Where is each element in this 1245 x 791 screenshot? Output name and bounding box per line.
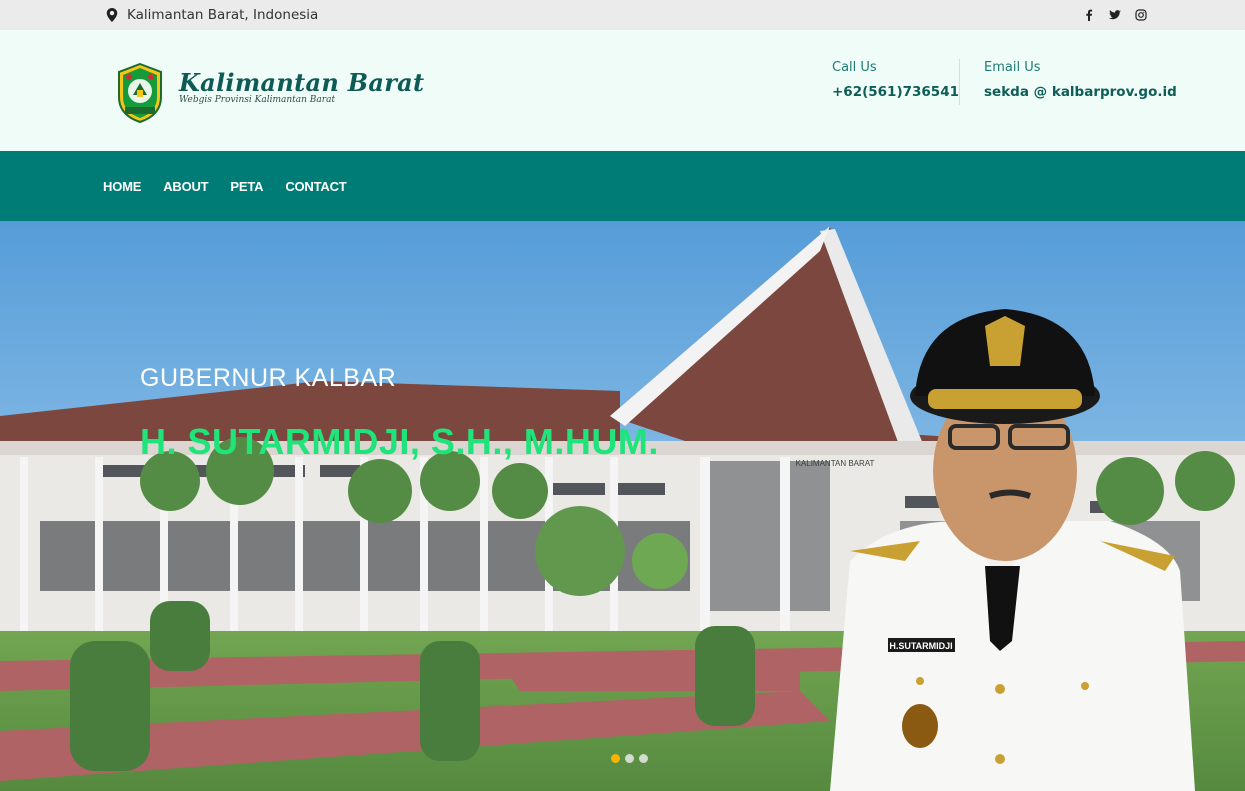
call-us-block: Call Us +62(561)736541: [832, 60, 959, 100]
phone-number[interactable]: +62(561)736541: [832, 84, 959, 100]
location-text: Kalimantan Barat, Indonesia: [127, 7, 319, 23]
slider-dot-2[interactable]: [625, 754, 634, 763]
top-bar: Kalimantan Barat, Indonesia: [0, 0, 1245, 30]
twitter-icon[interactable]: [1109, 8, 1121, 22]
hero-subtitle: GUBERNUR KALBAR: [140, 364, 397, 392]
hero-background-image: H.SUTARMIDJI KALIMANTAN BARAT: [0, 221, 1245, 791]
brand-title: Kalimantan Barat: [179, 68, 425, 97]
slider-dot-3[interactable]: [639, 754, 648, 763]
main-nav: HOME ABOUT PETA CONTACT: [0, 151, 1245, 221]
call-us-label: Call Us: [832, 60, 877, 75]
slider-dot-1[interactable]: [611, 754, 620, 763]
email-us-block: Email Us sekda @ kalbarprov.go.id: [984, 60, 1177, 100]
contact-divider: [959, 59, 960, 105]
nav-item-about[interactable]: ABOUT: [163, 179, 208, 194]
nav-item-peta[interactable]: PETA: [230, 179, 263, 194]
hero-slider: H.SUTARMIDJI KALIMANTAN BARAT GUBERNUR K…: [0, 221, 1245, 791]
map-marker-icon: [106, 8, 118, 22]
brand[interactable]: Kalimantan Barat Webgis Provinsi Kaliman…: [179, 68, 425, 106]
hero-title: H. SUTARMIDJI, S.H., M.HUM.: [140, 421, 659, 462]
instagram-icon[interactable]: [1135, 8, 1147, 22]
svg-text:H.SUTARMIDJI: H.SUTARMIDJI: [889, 641, 952, 651]
slider-dots: [611, 754, 648, 763]
location: Kalimantan Barat, Indonesia: [106, 0, 318, 30]
facebook-icon[interactable]: [1083, 8, 1095, 22]
email-us-label: Email Us: [984, 60, 1041, 75]
site-header: Kalimantan Barat Webgis Provinsi Kaliman…: [0, 30, 1245, 151]
nav-item-home[interactable]: HOME: [103, 179, 141, 194]
email-address[interactable]: sekda @ kalbarprov.go.id: [984, 84, 1177, 100]
social-links: [1083, 0, 1147, 30]
svg-text:KALIMANTAN BARAT: KALIMANTAN BARAT: [796, 459, 875, 468]
nav-item-contact[interactable]: CONTACT: [285, 179, 346, 194]
kalbar-logo[interactable]: [116, 63, 164, 123]
